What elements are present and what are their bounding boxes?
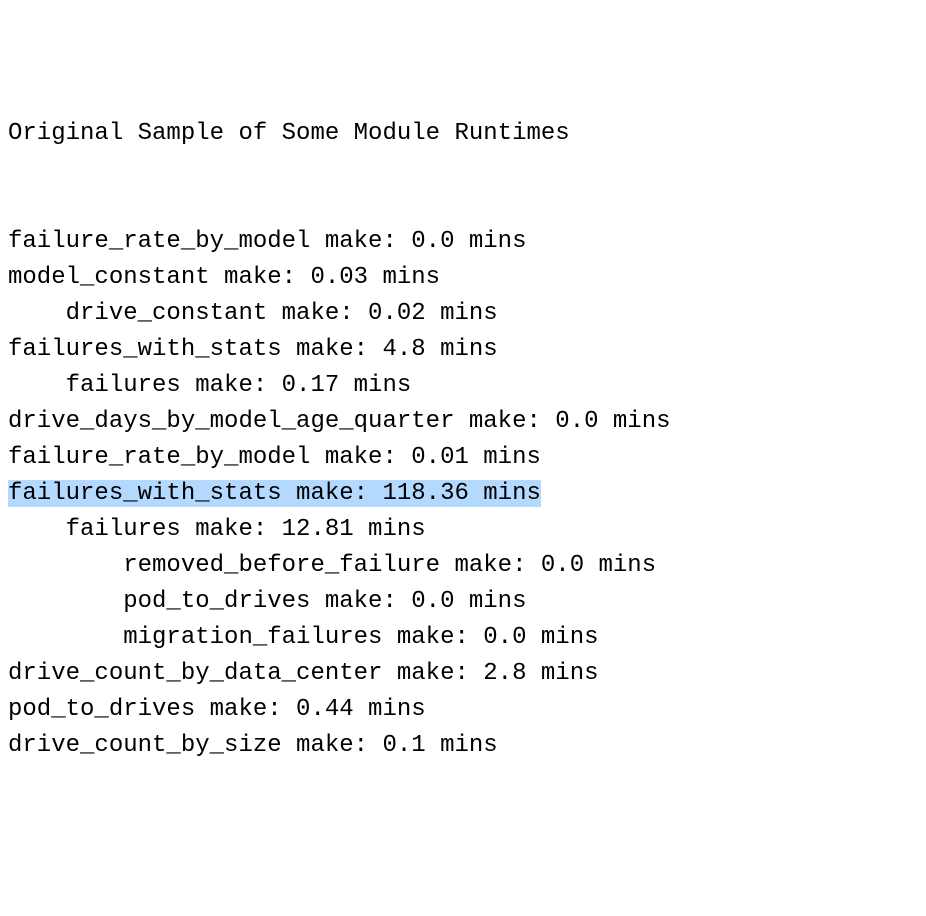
runtime-line: failures_with_stats make: 4.8 mins	[8, 332, 918, 368]
runtime-line: pod_to_drives make: 0.0 mins	[8, 584, 918, 620]
highlighted-line: failures_with_stats make: 118.36 mins	[8, 480, 541, 507]
runtime-line: failures make: 0.17 mins	[8, 368, 918, 404]
runtime-line: failure_rate_by_model make: 0.0 mins	[8, 224, 918, 260]
runtime-line: pod_to_drives make: 0.44 mins	[8, 692, 918, 728]
runtime-line: failures make: 12.81 mins	[8, 512, 918, 548]
page-title: Original Sample of Some Module Runtimes	[8, 116, 918, 152]
runtime-line: model_constant make: 0.03 mins	[8, 260, 918, 296]
runtime-line: failures_with_stats make: 118.36 mins	[8, 476, 918, 512]
runtime-line: removed_before_failure make: 0.0 mins	[8, 548, 918, 584]
runtime-line: failure_rate_by_model make: 0.01 mins	[8, 440, 918, 476]
runtime-line: drive_count_by_size make: 0.1 mins	[8, 728, 918, 764]
runtime-line: drive_days_by_model_age_quarter make: 0.…	[8, 404, 918, 440]
runtime-line: drive_constant make: 0.02 mins	[8, 296, 918, 332]
runtime-line: migration_failures make: 0.0 mins	[8, 620, 918, 656]
runtime-list: failure_rate_by_model make: 0.0 minsmode…	[8, 224, 918, 764]
runtime-line: drive_count_by_data_center make: 2.8 min…	[8, 656, 918, 692]
